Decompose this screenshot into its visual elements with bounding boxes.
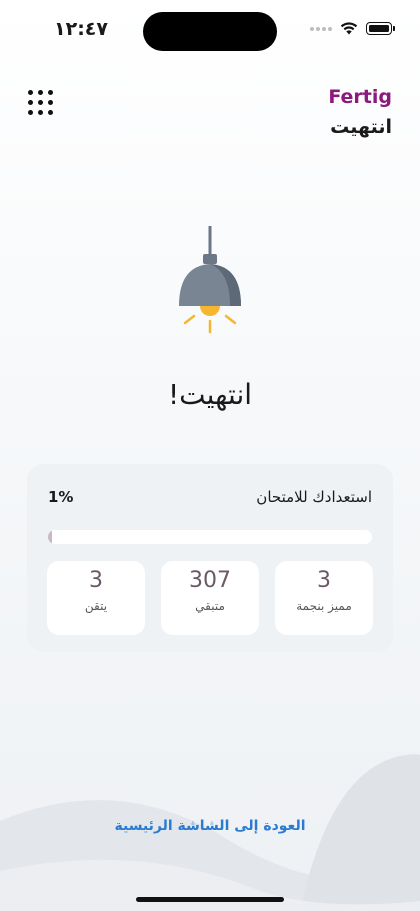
readiness-percent: 1% [48,488,74,506]
stat-value: 3 [317,568,331,593]
cellular-signal-icon [310,26,332,31]
back-to-home-link[interactable]: العودة إلى الشاشة الرئيسية [0,818,420,834]
dynamic-island [143,12,277,51]
status-time: ١٢:٤٧ [54,18,108,40]
stat-label: يتقن [84,599,108,613]
stat-starred[interactable]: 3 مميز بنجمة [275,561,373,635]
header: Fertig انتهيت [328,86,392,138]
hanging-lamp-icon [179,226,241,334]
stats-row: 3 مميز بنجمة 307 متبقي 3 يتقن [47,561,373,635]
stat-value: 3 [89,568,103,593]
stat-label: مميز بنجمة [296,599,352,613]
stat-value: 307 [189,568,231,593]
battery-icon [366,22,395,35]
grid-dots-icon [28,90,33,95]
status-icons [310,22,395,35]
readiness-progress-fill [48,530,52,544]
stat-remaining[interactable]: 307 متبقي [161,561,259,635]
readiness-label: استعدادك للامتحان [256,488,372,506]
readiness-card: استعدادك للامتحان 1% 3 مميز بنجمة 307 مت… [27,464,393,652]
status-bar: ١٢:٤٧ [0,0,420,60]
stat-mastered[interactable]: 3 يتقن [47,561,145,635]
stat-label: متبقي [195,599,225,613]
page-title: انتهيت [330,116,392,138]
readiness-progress-bar [48,530,372,544]
brand-label: Fertig [328,86,392,108]
finished-heading: انتهيت! [167,378,253,411]
home-indicator[interactable] [136,897,284,902]
grid-menu-button[interactable] [28,90,54,116]
wifi-icon [340,22,358,35]
